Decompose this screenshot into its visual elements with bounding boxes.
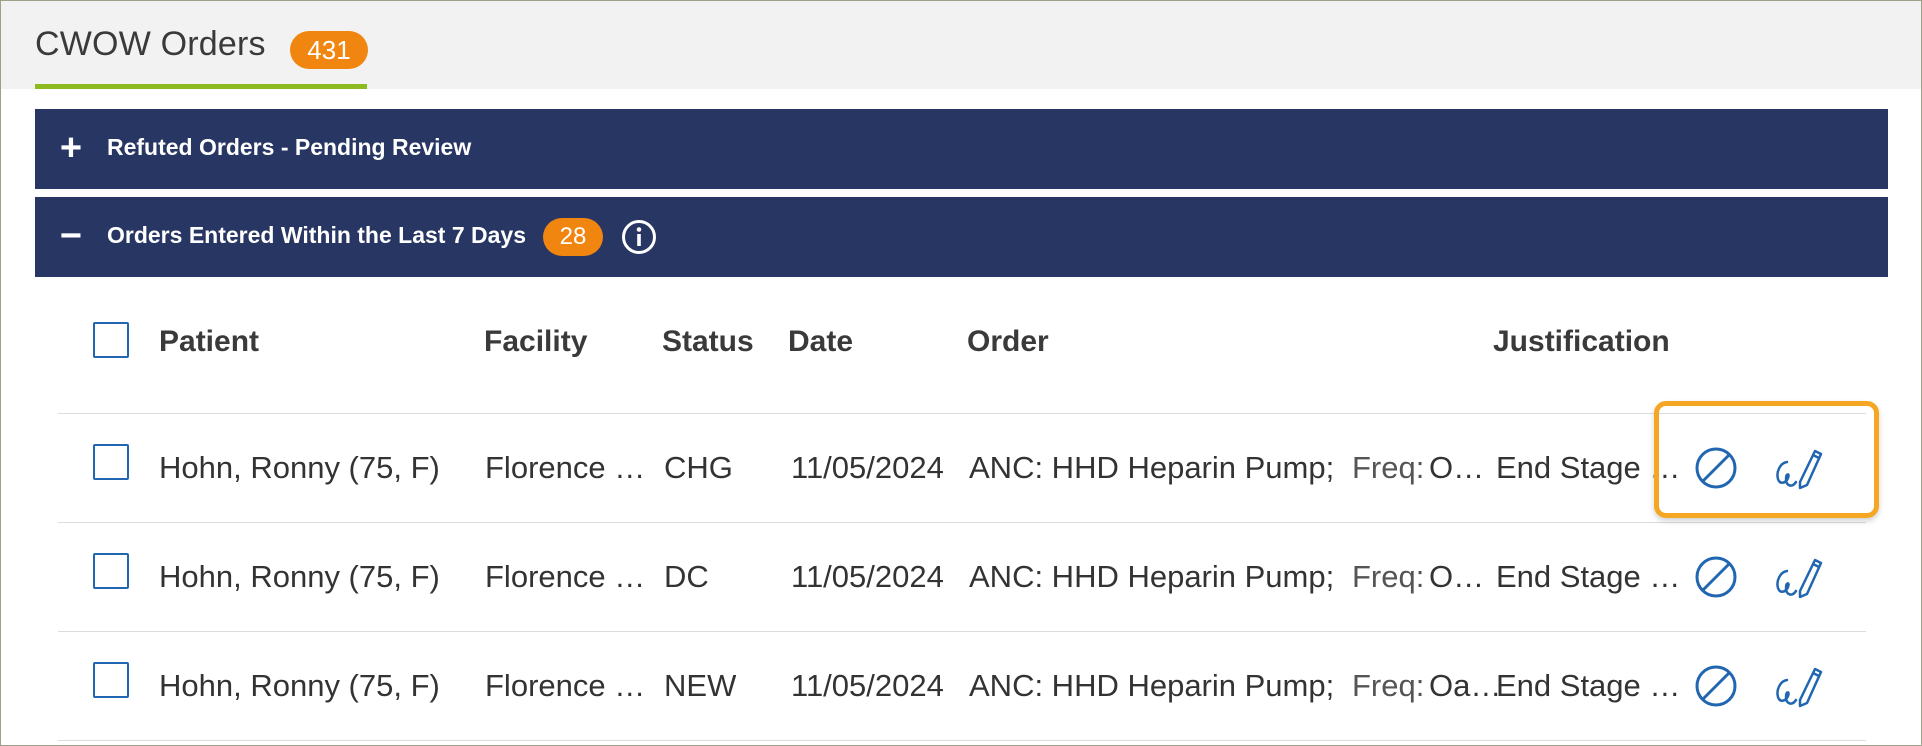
cell-freq-label: Freq:: [1352, 559, 1425, 594]
prohibited-circle-icon[interactable]: [1692, 444, 1740, 492]
cell-justification: End Stage …: [1496, 668, 1681, 703]
cell-date: 11/05/2024: [791, 559, 944, 594]
row-checkbox[interactable]: [93, 662, 129, 698]
cell-status: NEW: [664, 668, 737, 703]
table-header: Patient Facility Status Date Order Justi…: [58, 301, 1866, 413]
signature-pen-icon[interactable]: [1770, 551, 1826, 603]
header-status[interactable]: Status: [662, 325, 754, 359]
tab-count-badge: 431: [290, 31, 368, 69]
row-checkbox[interactable]: [93, 444, 129, 480]
cell-freq-label: Freq:: [1352, 668, 1425, 703]
cell-patient[interactable]: Hohn, Ronny (75, F): [159, 668, 440, 704]
cell-freq-value: O…: [1429, 559, 1485, 594]
cell-status: CHG: [664, 450, 733, 485]
table-row: Hohn, Ronny (75, F) Florence … NEW 11/05…: [58, 631, 1866, 741]
section-title: Orders Entered Within the Last 7 Days: [107, 222, 527, 248]
cell-freq-label: Freq:: [1352, 450, 1425, 485]
info-circle-icon[interactable]: [619, 217, 659, 257]
section-title: Refuted Orders - Pending Review: [107, 134, 472, 160]
section-count-badge: 28: [543, 218, 603, 256]
prohibited-circle-icon[interactable]: [1692, 662, 1740, 710]
orders-table: Patient Facility Status Date Order Justi…: [58, 301, 1866, 741]
cell-date: 11/05/2024: [791, 668, 944, 703]
app-frame: CWOW Orders 431 + Refuted Orders - Pendi…: [0, 0, 1922, 746]
expand-icon[interactable]: +: [57, 129, 85, 167]
cell-facility: Florence …: [485, 559, 646, 594]
collapse-icon[interactable]: −: [57, 217, 85, 255]
cell-freq-value: Oa…: [1429, 668, 1502, 703]
signature-pen-icon[interactable]: [1770, 442, 1826, 494]
cell-order: ANC: HHD Heparin Pump;: [969, 559, 1335, 594]
cell-status: DC: [664, 559, 709, 594]
cell-patient[interactable]: Hohn, Ronny (75, F): [159, 450, 440, 486]
signature-pen-icon[interactable]: [1770, 660, 1826, 712]
cell-date: 11/05/2024: [791, 450, 944, 485]
cell-justification: End Stage …: [1496, 559, 1681, 594]
cell-freq-value: O…: [1429, 450, 1485, 485]
cell-justification: End Stage …: [1496, 450, 1681, 485]
table-row: Hohn, Ronny (75, F) Florence … CHG 11/05…: [58, 413, 1866, 522]
header-order[interactable]: Order: [967, 325, 1049, 359]
header-facility[interactable]: Facility: [484, 325, 587, 359]
row-checkbox[interactable]: [93, 553, 129, 589]
header-date[interactable]: Date: [788, 325, 853, 359]
select-all-checkbox[interactable]: [93, 322, 129, 358]
header-justification[interactable]: Justification: [1493, 325, 1670, 359]
cell-facility: Florence …: [485, 450, 646, 485]
section-refuted-orders[interactable]: + Refuted Orders - Pending Review: [35, 109, 1888, 189]
tab-strip: CWOW Orders 431: [1, 1, 1921, 89]
section-recent-orders[interactable]: − Orders Entered Within the Last 7 Days …: [35, 197, 1888, 277]
table-row: Hohn, Ronny (75, F) Florence … DC 11/05/…: [58, 522, 1866, 631]
tab-title: CWOW Orders: [35, 25, 266, 63]
cell-patient[interactable]: Hohn, Ronny (75, F): [159, 559, 440, 595]
cell-facility: Florence …: [485, 668, 646, 703]
prohibited-circle-icon[interactable]: [1692, 553, 1740, 601]
header-patient[interactable]: Patient: [159, 325, 259, 359]
tab-active-underline: [35, 84, 367, 89]
cell-order: ANC: HHD Heparin Pump;: [969, 668, 1335, 703]
tab-cwow-orders[interactable]: CWOW Orders 431: [35, 1, 368, 89]
cell-order: ANC: HHD Heparin Pump;: [969, 450, 1335, 485]
